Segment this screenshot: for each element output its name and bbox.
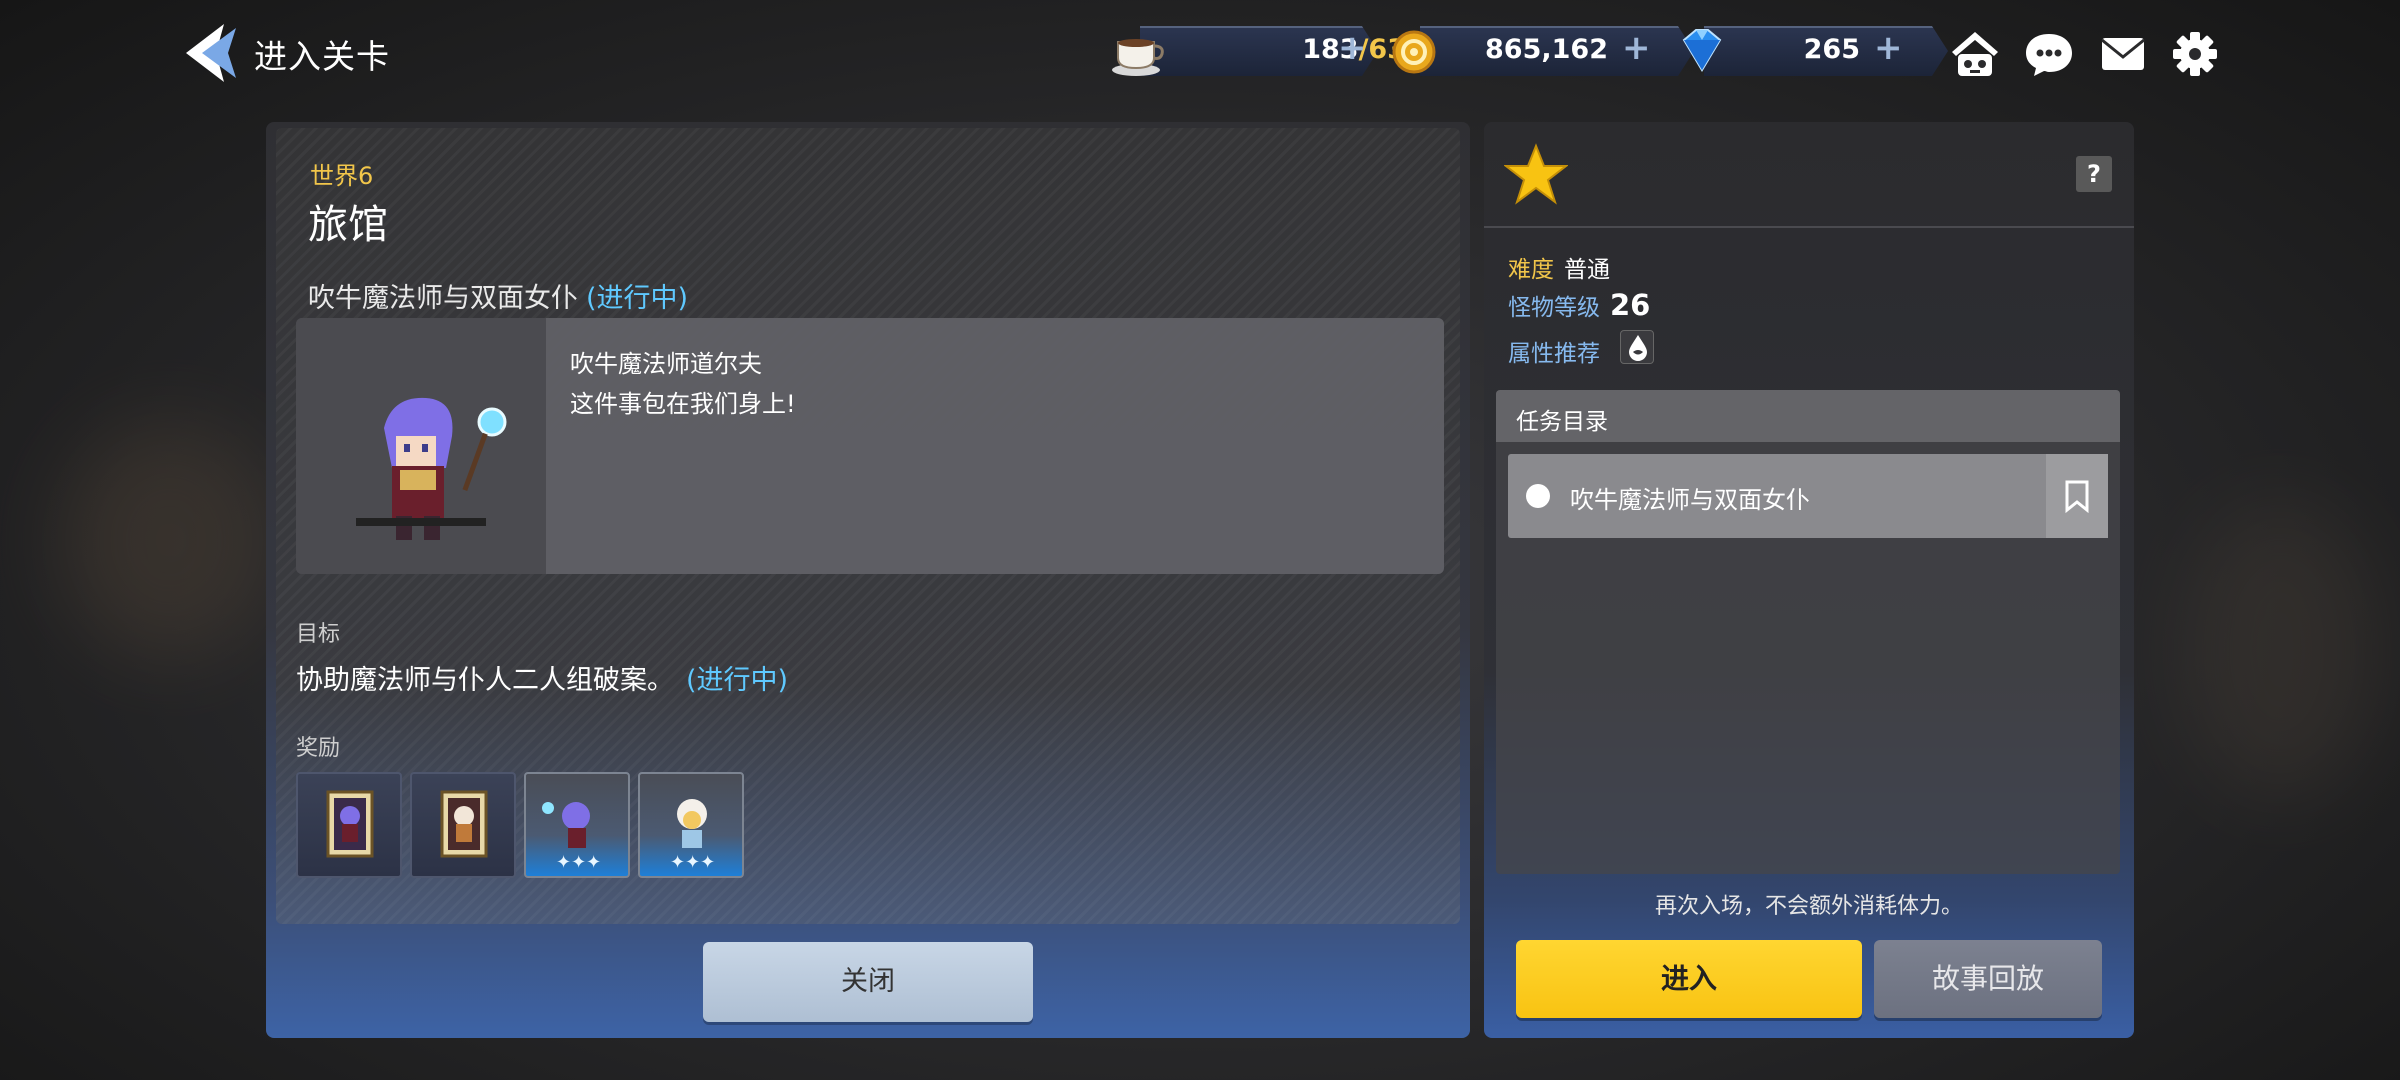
dialog-line: 这件事包在我们身上! — [570, 390, 796, 418]
difficulty-label: 难度 — [1508, 257, 1554, 283]
stamina-value: 183/63 — [1230, 34, 1406, 65]
task-item[interactable]: 吹牛魔法师与双面女仆 — [1508, 454, 2108, 538]
speaker-portrait — [296, 318, 546, 574]
goal-text: 协助魔法师与仆人二人组破案。 — [296, 665, 674, 696]
dialog-text-area: 吹牛魔法师道尔夫 这件事包在我们身上! — [546, 318, 1444, 574]
coffee-cup-icon — [1110, 22, 1166, 80]
reward-item-wizard-card[interactable] — [296, 772, 402, 878]
gem-value: 265 — [1803, 34, 1860, 65]
close-button[interactable]: 关闭 — [703, 942, 1033, 1022]
task-list-title: 任务目录 — [1516, 409, 1608, 435]
back-arrow-icon — [186, 24, 236, 82]
wizard-hero-icon: ✦✦✦ — [542, 802, 601, 873]
dialog-speaker: 吹牛魔法师道尔夫 — [570, 350, 762, 378]
top-bar: 进入关卡 183/63 + 865,162 + 265 + — [0, 0, 2400, 106]
stage-info-panel: ? 难度 普通 怪物等级 26 属性推荐 任务目录 吹牛魔法师与双面女仆 再次入场，… — [1484, 122, 2134, 1038]
task-list: 任务目录 吹牛魔法师与双面女仆 — [1496, 390, 2120, 874]
monster-level-label: 怪物等级 — [1508, 295, 1600, 321]
gold-coin-icon — [1390, 22, 1446, 80]
enter-button[interactable]: 进入 — [1516, 940, 1862, 1018]
page-title: 进入关卡 — [254, 37, 390, 76]
chat-icon[interactable] — [2020, 26, 2078, 82]
gold-value: 865,162 — [1485, 34, 1608, 65]
reward-item-maid-hero[interactable]: ✦✦✦ — [638, 772, 744, 878]
back-button[interactable] — [180, 22, 240, 84]
gem-plus-button[interactable]: + — [1874, 28, 1903, 68]
background-blur — [60, 420, 280, 660]
reward-item-wizard-hero[interactable]: ✦✦✦ — [524, 772, 630, 878]
task-status-dot — [1526, 484, 1550, 508]
help-button[interactable]: ? — [2076, 156, 2112, 192]
star-icon — [1503, 142, 1569, 206]
gem-icon — [1674, 22, 1730, 80]
settings-icon[interactable] — [2166, 26, 2224, 82]
stage-name: 旅馆 — [308, 202, 388, 248]
stamina-plus-button[interactable]: + — [1338, 28, 1367, 68]
bookmark-icon — [2065, 480, 2089, 514]
divider — [1484, 226, 2134, 228]
goal-status: (进行中) — [686, 665, 789, 696]
stamina-counter: 183/63 + — [1110, 22, 1406, 80]
maid-hero-icon: ✦✦✦ — [670, 799, 715, 873]
gold-plus-button[interactable]: + — [1622, 28, 1651, 68]
stage-detail-inner: 世界6 旅馆 吹牛魔法师与双面女仆 (进行中) 吹牛魔法师道尔夫 这件事包在我们… — [276, 128, 1460, 924]
story-replay-button[interactable]: 故事回放 — [1874, 940, 2102, 1018]
wizard-sprite-icon — [356, 397, 507, 540]
world-label: 世界6 — [310, 162, 374, 190]
gem-counter: 265 + — [1674, 22, 1918, 80]
svg-text:✦✦✦: ✦✦✦ — [670, 852, 715, 873]
task-list-header: 任务目录 — [1496, 390, 2120, 442]
quest-title: 吹牛魔法师与双面女仆 — [308, 283, 578, 314]
maid-card-icon — [440, 790, 488, 858]
attribute-row: 属性推荐 — [1508, 334, 1600, 368]
bookmark-button[interactable] — [2046, 454, 2108, 538]
background-blur — [2180, 500, 2380, 800]
mail-icon[interactable] — [2094, 26, 2152, 82]
difficulty-value: 普通 — [1564, 257, 1610, 283]
quest-title-line: 吹牛魔法师与双面女仆 (进行中) — [308, 276, 688, 315]
monster-level-value: 26 — [1610, 288, 1651, 322]
reward-item-maid-card[interactable] — [410, 772, 516, 878]
gold-counter: 865,162 + — [1390, 22, 1664, 80]
wizard-card-icon — [326, 790, 374, 858]
svg-text:✦✦✦: ✦✦✦ — [556, 852, 601, 873]
difficulty-row: 难度 普通 — [1508, 250, 1610, 284]
guild-icon[interactable] — [1946, 26, 2004, 82]
quest-status: (进行中) — [586, 283, 689, 314]
monster-level-row: 怪物等级 26 — [1508, 288, 1650, 322]
reentry-notice: 再次入场，不会额外消耗体力。 — [1654, 894, 1963, 919]
goal-label: 目标 — [296, 622, 341, 647]
water-element-icon[interactable] — [1620, 330, 1654, 364]
reward-label: 奖励 — [296, 736, 341, 761]
stage-detail-panel: 世界6 旅馆 吹牛魔法师与双面女仆 (进行中) 吹牛魔法师道尔夫 这件事包在我们… — [266, 122, 1470, 1038]
attribute-label: 属性推荐 — [1508, 341, 1600, 367]
goal-text-line: 协助魔法师与仆人二人组破案。 (进行中) — [296, 658, 788, 697]
task-name: 吹牛魔法师与双面女仆 — [1570, 486, 1810, 514]
dialog-box: 吹牛魔法师道尔夫 这件事包在我们身上! — [296, 318, 1444, 574]
